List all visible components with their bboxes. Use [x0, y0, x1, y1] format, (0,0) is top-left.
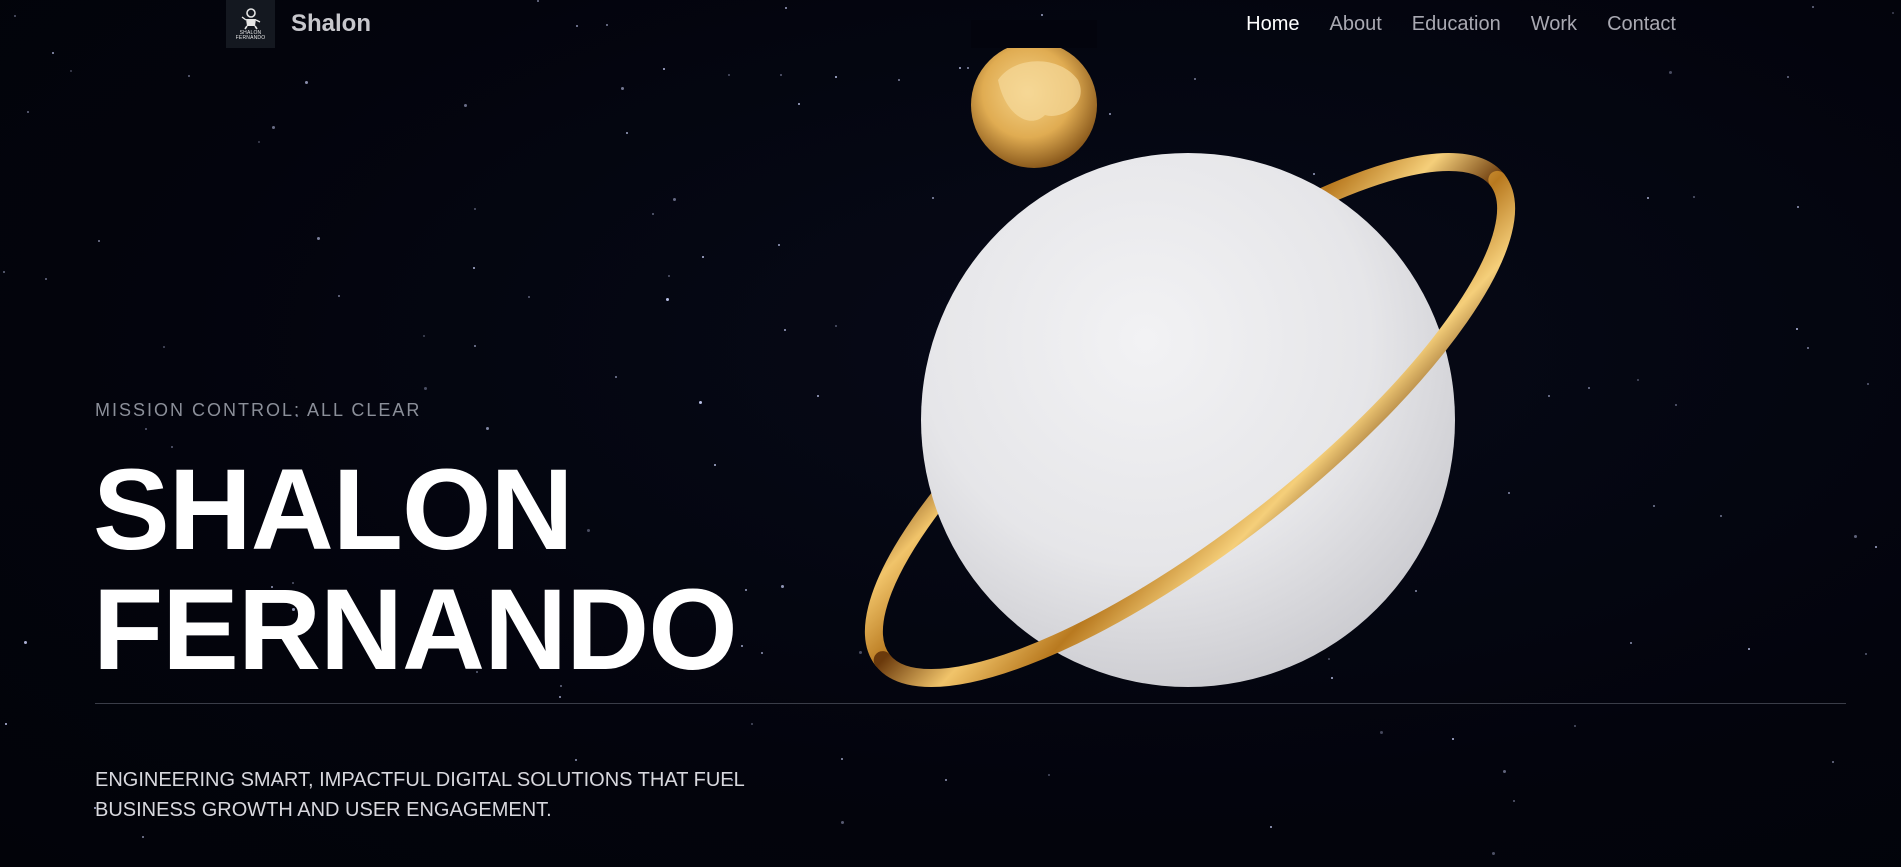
star: [163, 346, 165, 348]
star: [673, 198, 676, 201]
star: [45, 278, 47, 280]
logo: SHALON FERNANDO: [226, 0, 275, 48]
star: [728, 74, 730, 76]
hero-name-line1: SHALON: [93, 446, 574, 574]
astronaut-icon: [241, 7, 260, 29]
star: [98, 240, 100, 242]
star: [1270, 826, 1272, 828]
star: [338, 295, 340, 297]
star: [1797, 206, 1799, 208]
star: [1832, 761, 1834, 763]
star: [575, 759, 577, 761]
hero-divider: [95, 703, 1846, 704]
star: [1675, 404, 1677, 406]
logo-text: SHALON FERNANDO: [235, 29, 266, 41]
star: [1492, 852, 1495, 855]
star: [145, 428, 147, 430]
hero-tagline: ENGINEERING SMART, IMPACTFUL DIGITAL SOL…: [95, 769, 744, 821]
star: [423, 335, 425, 337]
star: [699, 401, 702, 404]
star: [1875, 546, 1877, 548]
star: [188, 75, 190, 77]
star: [621, 87, 624, 90]
nav-about-link[interactable]: About: [1330, 13, 1382, 36]
site-header: SHALON FERNANDO Shalon Home About Educat…: [0, 0, 1901, 48]
star: [751, 723, 753, 725]
star: [652, 213, 654, 215]
star: [745, 589, 747, 591]
star: [1720, 515, 1722, 517]
star: [666, 298, 669, 301]
mission-status-text: MISSION CONTROL: ALL CLEAR: [95, 400, 422, 420]
star: [258, 141, 260, 143]
star: [474, 208, 476, 210]
ringed-planet-illustration: [864, 20, 1516, 688]
star: [559, 696, 561, 698]
star: [663, 68, 665, 70]
star: [3, 271, 5, 273]
nav-home-link[interactable]: Home: [1246, 13, 1299, 36]
star: [741, 645, 743, 647]
star: [1867, 383, 1869, 385]
hero-name-line2: FERNANDO: [93, 566, 738, 694]
star: [1865, 653, 1867, 655]
nav-education-link[interactable]: Education: [1412, 13, 1501, 36]
star: [668, 275, 670, 277]
star: [474, 345, 476, 347]
star: [52, 52, 54, 54]
star: [70, 70, 72, 72]
hero-page: SHALON FERNANDO Shalon Home About Educat…: [0, 0, 1901, 867]
star: [1669, 71, 1672, 74]
brand-home-link[interactable]: SHALON FERNANDO Shalon: [226, 0, 371, 48]
star: [626, 132, 628, 134]
star: [24, 641, 27, 644]
star: [5, 723, 7, 725]
star: [702, 256, 704, 258]
star: [142, 836, 144, 838]
nav-work-link[interactable]: Work: [1531, 13, 1577, 36]
main-nav: Home About Education Work Contact: [1216, 0, 1676, 48]
star: [528, 296, 530, 298]
star: [272, 126, 275, 129]
brand-name: Shalon: [291, 10, 372, 37]
star: [1807, 347, 1809, 349]
star: [424, 387, 427, 390]
star: [1748, 648, 1750, 650]
hero-name-heading: SHALON FERNANDO: [93, 446, 738, 694]
star: [1796, 328, 1798, 330]
star: [305, 81, 308, 84]
nav-contact-link[interactable]: Contact: [1607, 13, 1676, 36]
star: [464, 104, 467, 107]
star: [841, 821, 844, 824]
star: [1787, 76, 1789, 78]
star: [486, 427, 489, 430]
star: [473, 267, 475, 269]
star: [1693, 196, 1695, 198]
star: [27, 111, 29, 113]
star: [317, 237, 320, 240]
star: [1854, 535, 1857, 538]
star: [615, 376, 617, 378]
